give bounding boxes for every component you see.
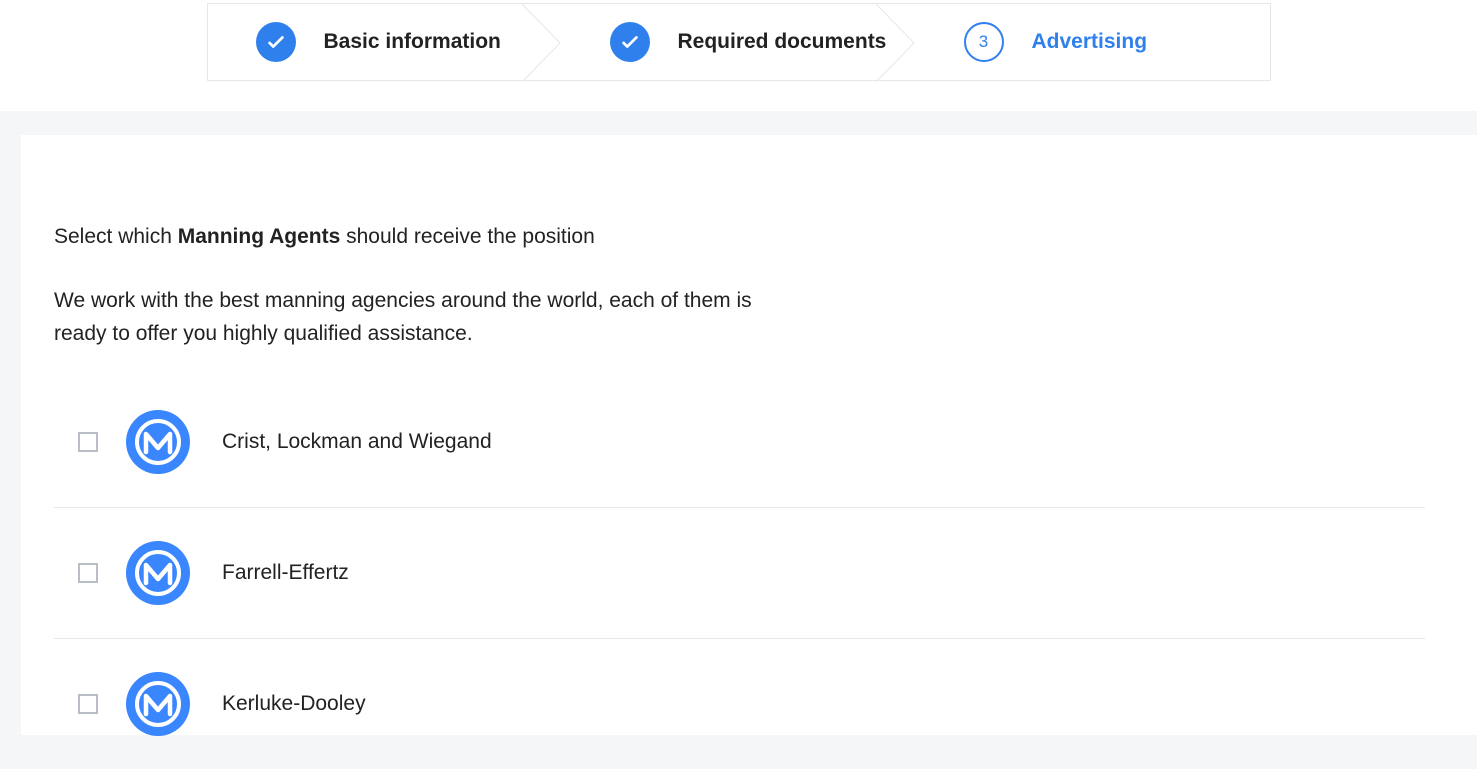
step-label: Advertising	[1032, 30, 1148, 54]
agent-row[interactable]: Farrell-Effertz	[54, 508, 1425, 639]
agent-name: Crist, Lockman and Wiegand	[222, 430, 492, 454]
step-required-documents[interactable]: Required documents	[562, 4, 916, 80]
agent-logo-icon	[126, 541, 190, 605]
step-basic-information[interactable]: Basic information	[208, 4, 562, 80]
agent-checkbox[interactable]	[78, 432, 98, 452]
agent-logo-icon	[126, 672, 190, 736]
agent-checkbox[interactable]	[78, 563, 98, 583]
gap	[0, 111, 1477, 135]
step-separator-icon	[522, 4, 562, 82]
intro-description: We work with the best manning agencies a…	[54, 285, 774, 350]
agent-row[interactable]: Crist, Lockman and Wiegand	[54, 410, 1425, 508]
step-number: 3	[979, 32, 988, 52]
step-label: Required documents	[678, 30, 887, 54]
agent-logo-icon	[126, 410, 190, 474]
agent-name: Farrell-Effertz	[222, 561, 349, 585]
stepper-card: Basic information Required documents 3 A…	[0, 0, 1477, 111]
intro-bold: Manning Agents	[178, 225, 341, 248]
stepper: Basic information Required documents 3 A…	[207, 3, 1271, 81]
intro-heading: Select which Manning Agents should recei…	[54, 225, 1477, 249]
step-label: Basic information	[324, 30, 501, 54]
intro-prefix: Select which	[54, 225, 178, 248]
main-card: Select which Manning Agents should recei…	[21, 135, 1477, 735]
step-advertising[interactable]: 3 Advertising	[916, 4, 1270, 80]
agent-list: Crist, Lockman and Wiegand Farrell-Effer…	[54, 410, 1477, 769]
agent-name: Kerluke-Dooley	[222, 692, 366, 716]
agent-checkbox[interactable]	[78, 694, 98, 714]
intro-suffix: should receive the position	[340, 225, 595, 248]
check-icon	[256, 22, 296, 62]
step-number-icon: 3	[964, 22, 1004, 62]
agent-row[interactable]: Kerluke-Dooley	[54, 639, 1425, 769]
check-icon	[610, 22, 650, 62]
